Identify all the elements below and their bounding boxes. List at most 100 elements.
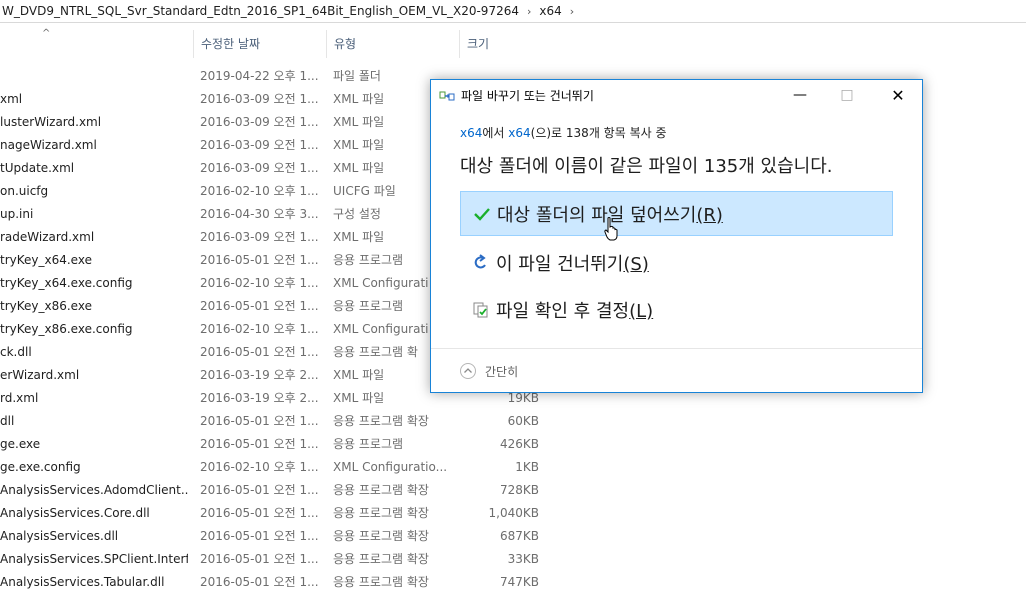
file-date: 2016-02-10 오후 1...: [200, 322, 319, 336]
skip-arrow-icon: [470, 253, 492, 272]
file-name: tryKey_x64.exe.config: [0, 276, 133, 290]
replace-files-hotkey: (R): [696, 204, 723, 226]
fewer-details-link[interactable]: 간단히: [485, 363, 518, 380]
column-header-size[interactable]: 크기: [459, 30, 548, 58]
file-name: tryKey_x86.exe: [0, 299, 92, 313]
file-size: 728KB: [499, 483, 539, 497]
file-name: AnalysisServices.SPClient.Interf...: [0, 552, 188, 566]
breadcrumb-item-x64[interactable]: x64: [533, 4, 567, 18]
replace-files-text: 대상 폴더의 파일 덮어쓰기: [497, 204, 697, 226]
table-row[interactable]: AnalysisServices.SPClient.Interf... 2016-…: [0, 548, 560, 571]
file-name: ck.dll: [0, 345, 32, 359]
file-size: 687KB: [499, 529, 539, 543]
file-name: on.uicfg: [0, 184, 49, 198]
file-date: 2016-02-10 오후 1...: [200, 184, 319, 198]
skip-files-label: 이 파일 건너뛰기(S): [496, 250, 649, 276]
file-name: nageWizard.xml: [0, 138, 97, 152]
maximize-button[interactable]: □: [824, 80, 870, 111]
conflict-headline: 대상 폴더에 이름이 같은 파일이 135개 있습니다.: [460, 156, 833, 177]
file-date: 2016-05-01 오전 1...: [200, 437, 319, 451]
address-bar[interactable]: W_DVD9_NTRL_SQL_Svr_Standard_Edtn_2016_S…: [0, 0, 1026, 23]
file-date: 2016-03-09 오전 1...: [200, 115, 319, 129]
compare-files-icon: [470, 301, 492, 319]
copy-progress-text: x64에서 x64(으)로 138개 항목 복사 중: [460, 124, 667, 141]
copy-dialog-icon: [439, 89, 455, 103]
file-date: 2016-03-09 오전 1...: [200, 92, 319, 106]
replace-files-option[interactable]: 대상 폴더의 파일 덮어쓰기(R): [460, 191, 893, 236]
file-name: rd.xml: [0, 391, 39, 405]
minimize-button[interactable]: —: [777, 80, 823, 111]
skip-files-option[interactable]: 이 파일 건너뛰기(S): [460, 240, 893, 285]
file-name: lusterWizard.xml: [0, 115, 102, 129]
breadcrumb-separator[interactable]: ›: [568, 5, 576, 18]
breadcrumb-item-root[interactable]: W_DVD9_NTRL_SQL_Svr_Standard_Edtn_2016_S…: [0, 4, 525, 18]
file-name: radeWizard.xml: [0, 230, 95, 244]
file-type: 응용 프로그램 확장: [333, 529, 429, 543]
decide-files-option[interactable]: 파일 확인 후 결정(L): [460, 287, 893, 332]
skip-files-text: 이 파일 건너뛰기: [496, 253, 624, 275]
file-date: 2016-03-19 오후 2...: [200, 368, 319, 382]
file-date: 2016-05-01 오전 1...: [200, 253, 319, 267]
check-icon: [471, 206, 493, 222]
file-name: tryKey_x86.exe.config: [0, 322, 133, 336]
column-header-type[interactable]: 유형: [326, 30, 459, 58]
file-name: AnalysisServices.Core.dll: [0, 506, 150, 520]
table-row[interactable]: AnalysisServices.AdomdClient.... 2016-05-…: [0, 479, 560, 502]
file-size: 33KB: [507, 552, 539, 566]
file-name: dll: [0, 414, 15, 428]
table-row[interactable]: dll 2016-05-01 오전 1... 응용 프로그램 확장 60KB: [0, 410, 560, 433]
file-type: XML Configuratio...: [333, 460, 448, 474]
file-type: 응용 프로그램 확장: [333, 483, 429, 497]
file-date: 2016-03-09 오전 1...: [200, 138, 319, 152]
file-size: 1KB: [515, 460, 539, 474]
breadcrumb-separator: ›: [526, 4, 532, 18]
close-button[interactable]: ✕: [875, 80, 921, 111]
file-name: up.ini: [0, 207, 34, 221]
destination-folder-link[interactable]: x64: [508, 126, 530, 140]
file-name: tUpdate.xml: [0, 161, 75, 175]
file-date: 2016-03-09 오전 1...: [200, 230, 319, 244]
file-date: 2016-05-01 오전 1...: [200, 483, 319, 497]
file-date: 2016-05-01 오전 1...: [200, 345, 319, 359]
cursor-icon: [604, 217, 618, 241]
file-date: 2016-02-10 오후 1...: [200, 460, 319, 474]
decide-files-text: 파일 확인 후 결정: [496, 300, 630, 322]
skip-files-hotkey: (S): [623, 253, 649, 275]
progress-text-rest: (으)로 138개 항목 복사 중: [530, 126, 667, 140]
file-date: 2016-05-01 오전 1...: [200, 299, 319, 313]
table-row[interactable]: AnalysisServices.dll 2016-05-01 오전 1... 응용…: [0, 525, 560, 548]
column-header-row: ^ 수정한 날짜 유형 크기: [0, 28, 548, 58]
file-name: erWizard.xml: [0, 368, 80, 382]
file-size: 1,040KB: [488, 506, 539, 520]
file-name: xml: [0, 92, 23, 106]
file-date: 2016-05-01 오전 1...: [200, 552, 319, 566]
column-header-date[interactable]: 수정한 날짜: [193, 30, 326, 58]
file-type: 응용 프로그램 확장: [333, 506, 429, 520]
source-folder-link[interactable]: x64: [460, 126, 482, 140]
progress-text-mid: 에서: [482, 126, 509, 140]
file-date: 2016-05-01 오전 1...: [200, 414, 319, 428]
file-date: 2016-05-01 오전 1...: [200, 506, 319, 520]
file-name: ge.exe: [0, 437, 41, 451]
replace-or-skip-dialog: 파일 바꾸기 또는 건너뛰기 — □ ✕ x64에서 x64(으)로 138개 …: [430, 79, 923, 393]
dialog-footer: 간단히: [431, 348, 922, 393]
file-size: 426KB: [499, 437, 539, 451]
file-name: AnalysisServices.dll: [0, 529, 119, 543]
decide-files-hotkey: (L): [629, 300, 654, 322]
sort-up-icon: ^: [42, 28, 51, 39]
dialog-titlebar[interactable]: 파일 바꾸기 또는 건너뛰기 — □ ✕: [431, 80, 922, 111]
table-row[interactable]: ge.exe 2016-05-01 오전 1... 응용 프로그램 426KB: [0, 433, 560, 456]
table-row[interactable]: AnalysisServices.Core.dll 2016-05-01 오전 1…: [0, 502, 560, 525]
file-size: 60KB: [507, 414, 539, 428]
file-date: 2016-03-09 오전 1...: [200, 161, 319, 175]
file-type: 응용 프로그램: [333, 437, 404, 451]
file-date: 2016-04-30 오후 3...: [200, 207, 319, 221]
chevron-up-icon[interactable]: [460, 363, 476, 379]
dialog-title: 파일 바꾸기 또는 건너뛰기: [461, 89, 594, 103]
file-type: 응용 프로그램 확장: [333, 414, 429, 428]
table-row[interactable]: ge.exe.config 2016-02-10 오후 1... XML Confi…: [0, 456, 560, 479]
file-name: AnalysisServices.AdomdClient....: [0, 483, 188, 497]
file-type: 응용 프로그램 확장: [333, 552, 429, 566]
file-date: 2016-03-19 오후 2...: [200, 391, 319, 405]
file-name: tryKey_x64.exe: [0, 253, 92, 267]
